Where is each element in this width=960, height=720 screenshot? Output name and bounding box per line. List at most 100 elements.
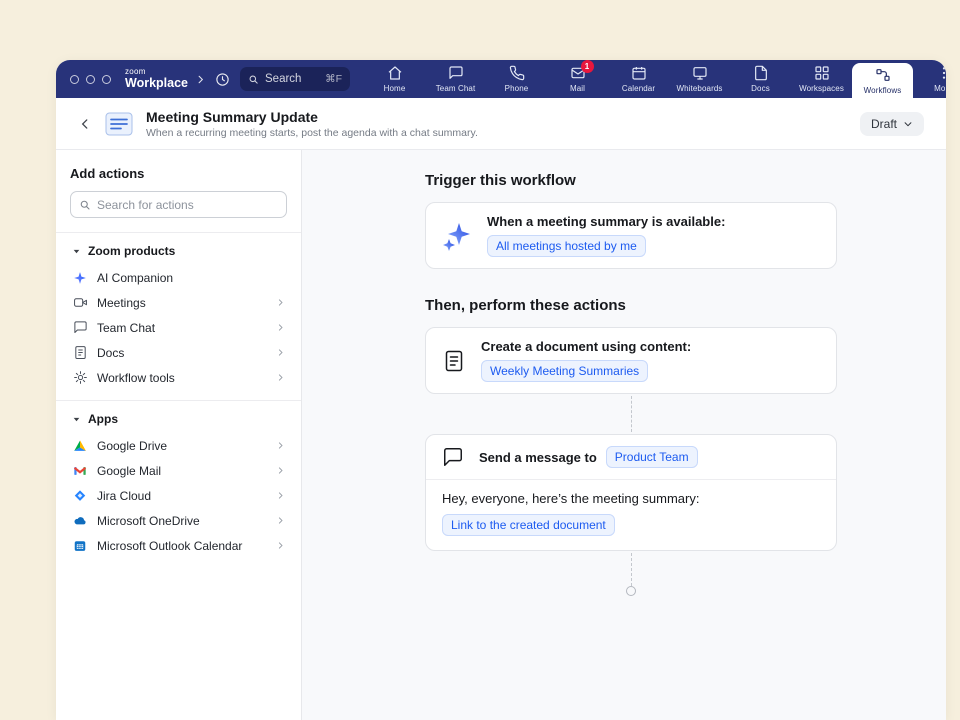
team-chat-icon bbox=[448, 65, 464, 81]
chevron-right-icon bbox=[276, 348, 285, 357]
sidebar-item-meetings[interactable]: Meetings bbox=[70, 290, 287, 315]
trigger-text: When a meeting summary is available: bbox=[487, 214, 725, 229]
window-controls[interactable] bbox=[70, 75, 111, 84]
mail-unread-badge: 1 bbox=[581, 60, 594, 73]
trigger-heading: Trigger this workflow bbox=[425, 172, 837, 189]
onedrive-icon bbox=[72, 514, 88, 528]
workspaces-icon bbox=[814, 65, 830, 81]
nav-item-mail[interactable]: 1 Mail bbox=[547, 60, 608, 98]
brand-chevron-right-icon[interactable] bbox=[195, 74, 206, 85]
chevron-down-icon bbox=[903, 119, 913, 129]
workflow-title: Meeting Summary Update bbox=[146, 109, 478, 125]
actions-heading: Then, perform these actions bbox=[425, 297, 837, 314]
search-icon bbox=[79, 199, 91, 211]
window-minimize-button[interactable] bbox=[86, 75, 95, 84]
whiteboards-icon bbox=[692, 65, 708, 81]
actions-search-field[interactable] bbox=[70, 191, 287, 218]
nav-item-whiteboards[interactable]: Whiteboards bbox=[669, 60, 730, 98]
search-shortcut: ⌘F bbox=[325, 73, 342, 85]
sidebar-item-microsoft-onedrive[interactable]: Microsoft OneDrive bbox=[70, 508, 287, 533]
search-placeholder-text: Search bbox=[265, 73, 301, 85]
sidebar-item-google-drive[interactable]: Google Drive bbox=[70, 433, 287, 458]
window-close-button[interactable] bbox=[70, 75, 79, 84]
draft-status-dropdown[interactable]: Draft bbox=[860, 112, 924, 136]
nav-item-workflows[interactable]: Workflows bbox=[852, 63, 913, 98]
sidebar-item-google-mail[interactable]: Google Mail bbox=[70, 458, 287, 483]
sidebar-item-team-chat[interactable]: Team Chat bbox=[70, 315, 287, 340]
chevron-right-icon bbox=[276, 466, 285, 475]
section-zoom-products[interactable]: Zoom products bbox=[70, 233, 287, 265]
global-search-button[interactable]: Search ⌘F bbox=[240, 67, 350, 91]
chevron-right-icon bbox=[276, 541, 285, 550]
app-body: Add actions Zoom products bbox=[56, 150, 946, 720]
desktop-background: zoom Workplace Search ⌘F bbox=[0, 0, 960, 720]
message-recipient-chip[interactable]: Product Team bbox=[606, 446, 698, 468]
chevron-right-icon bbox=[276, 441, 285, 450]
brand-workplace-label: Workplace bbox=[125, 77, 188, 90]
message-body-text: Hey, everyone, here’s the meeting summar… bbox=[442, 491, 820, 506]
docs-icon bbox=[753, 65, 769, 81]
workflow-end-node bbox=[626, 586, 636, 596]
sidebar-item-docs[interactable]: Docs bbox=[70, 340, 287, 365]
zoom-workplace-window: zoom Workplace Search ⌘F bbox=[56, 60, 946, 720]
sidebar-item-jira-cloud[interactable]: Jira Cloud bbox=[70, 483, 287, 508]
chat-bubble-icon bbox=[442, 446, 464, 468]
message-link-chip[interactable]: Link to the created document bbox=[442, 514, 615, 536]
gear-icon bbox=[72, 370, 88, 385]
team-chat-icon bbox=[72, 320, 88, 335]
top-nav-tabs: Home Team Chat Phone bbox=[364, 60, 946, 98]
workflows-icon bbox=[875, 67, 891, 83]
actions-sidebar: Add actions Zoom products bbox=[56, 150, 302, 720]
nav-item-team-chat[interactable]: Team Chat bbox=[425, 60, 486, 98]
ai-sparkle-icon bbox=[442, 221, 472, 251]
more-icon bbox=[936, 65, 947, 81]
top-nav-bar: zoom Workplace Search ⌘F bbox=[56, 60, 946, 98]
outlook-calendar-icon bbox=[72, 539, 88, 553]
chevron-right-icon bbox=[276, 516, 285, 525]
sidebar-item-microsoft-outlook-calendar[interactable]: Microsoft Outlook Calendar bbox=[70, 533, 287, 558]
connector-dashed-line bbox=[631, 396, 632, 432]
nav-item-calendar[interactable]: Calendar bbox=[608, 60, 669, 98]
nav-item-workspaces[interactable]: Workspaces bbox=[791, 60, 852, 98]
create-document-text: Create a document using content: bbox=[481, 339, 691, 354]
document-icon bbox=[442, 349, 466, 373]
meeting-summary-doc-icon bbox=[105, 112, 133, 136]
create-document-card[interactable]: Create a document using content: Weekly … bbox=[425, 327, 837, 394]
section-apps[interactable]: Apps bbox=[70, 401, 287, 433]
nav-item-home[interactable]: Home bbox=[364, 60, 425, 98]
google-drive-icon bbox=[72, 439, 88, 453]
chevron-right-icon bbox=[276, 323, 285, 332]
nav-item-docs[interactable]: Docs bbox=[730, 60, 791, 98]
home-icon bbox=[387, 65, 403, 81]
caret-down-icon bbox=[72, 415, 81, 424]
phone-icon bbox=[509, 65, 525, 81]
connector-dashed-line bbox=[631, 553, 632, 586]
trigger-card[interactable]: When a meeting summary is available: All… bbox=[425, 202, 837, 269]
meetings-icon bbox=[72, 295, 88, 310]
caret-down-icon bbox=[72, 247, 81, 256]
search-input[interactable] bbox=[97, 198, 278, 212]
back-button[interactable] bbox=[78, 117, 92, 131]
zoom-workplace-logo: zoom Workplace bbox=[125, 68, 188, 90]
status-badge: Draft bbox=[871, 117, 897, 131]
mail-icon: 1 bbox=[570, 65, 586, 81]
nav-item-more[interactable]: More bbox=[913, 60, 946, 98]
sidebar-item-ai-companion[interactable]: AI Companion bbox=[70, 265, 287, 290]
workflow-subtitle: When a recurring meeting starts, post th… bbox=[146, 127, 478, 139]
jira-cloud-icon bbox=[72, 489, 88, 503]
send-message-text: Send a message to bbox=[479, 450, 597, 465]
nav-item-phone[interactable]: Phone bbox=[486, 60, 547, 98]
document-content-chip[interactable]: Weekly Meeting Summaries bbox=[481, 360, 648, 382]
window-zoom-button[interactable] bbox=[102, 75, 111, 84]
chevron-right-icon bbox=[276, 298, 285, 307]
workflow-canvas: Trigger this workflow When a meeting sum… bbox=[302, 150, 946, 720]
history-icon[interactable] bbox=[215, 72, 230, 87]
sidebar-item-workflow-tools[interactable]: Workflow tools bbox=[70, 365, 287, 390]
chevron-right-icon bbox=[276, 491, 285, 500]
search-icon bbox=[248, 74, 259, 85]
chevron-right-icon bbox=[276, 373, 285, 382]
trigger-scope-chip[interactable]: All meetings hosted by me bbox=[487, 235, 646, 257]
send-message-card[interactable]: Send a message to Product Team Hey, ever… bbox=[425, 434, 837, 551]
docs-icon bbox=[72, 345, 88, 360]
google-mail-icon bbox=[72, 464, 88, 478]
